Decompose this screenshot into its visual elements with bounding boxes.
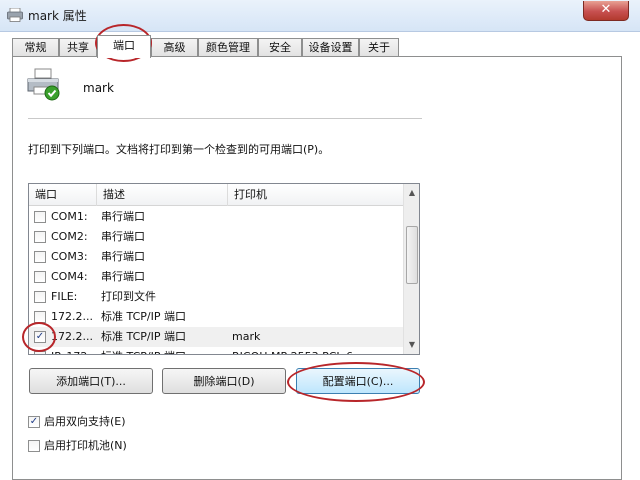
port-row-selected[interactable]: ✓ 172.2... 标准 TCP/IP 端口 mark xyxy=(29,327,403,347)
column-header-port[interactable]: 端口 xyxy=(29,184,97,206)
port-description: 标准 TCP/IP 端口 xyxy=(101,310,186,323)
window-title: mark 属性 xyxy=(28,9,87,23)
port-name: FILE: xyxy=(51,290,78,303)
port-checkbox[interactable] xyxy=(34,231,46,243)
port-name: 172.2... xyxy=(51,310,93,323)
divider xyxy=(28,118,422,119)
port-row[interactable]: COM1: 串行端口 xyxy=(29,207,403,227)
port-name: 172.2... xyxy=(51,330,93,343)
port-name: IP_172... xyxy=(51,347,98,354)
port-printer: RICOH MP 2553 PCL 6 xyxy=(232,347,353,354)
port-name: COM4: xyxy=(51,270,88,283)
tab-sharing[interactable]: 共享 xyxy=(59,38,97,57)
port-name: COM3: xyxy=(51,250,88,263)
configure-port-button[interactable]: 配置端口(C)... xyxy=(296,368,420,394)
port-name: COM1: xyxy=(51,210,88,223)
bidirectional-label: 启用双向支持(E) xyxy=(44,415,126,428)
printer-icon xyxy=(27,68,60,101)
port-name: COM2: xyxy=(51,230,88,243)
pooling-label: 启用打印机池(N) xyxy=(44,439,127,452)
port-row[interactable]: COM2: 串行端口 xyxy=(29,227,403,247)
port-checkbox[interactable] xyxy=(34,251,46,263)
port-checkbox[interactable] xyxy=(34,291,46,303)
printer-app-icon xyxy=(7,8,23,22)
tab-security[interactable]: 安全 xyxy=(258,38,302,57)
port-checkbox[interactable]: ✓ xyxy=(34,331,46,343)
printer-name: mark xyxy=(83,81,114,95)
port-description: 串行端口 xyxy=(101,210,145,223)
bidirectional-checkbox[interactable]: ✓ xyxy=(28,416,40,428)
port-checkbox[interactable] xyxy=(34,351,46,354)
tab-color-management[interactable]: 颜色管理 xyxy=(198,38,258,57)
port-description: 串行端口 xyxy=(101,270,145,283)
tab-about[interactable]: 关于 xyxy=(359,38,399,57)
tab-ports[interactable]: 端口 xyxy=(97,35,151,58)
pooling-checkbox[interactable] xyxy=(28,440,40,452)
port-list-scrollbar[interactable]: ▲ ▼ xyxy=(403,184,419,354)
scroll-up-icon[interactable]: ▲ xyxy=(406,186,418,200)
port-description: 标准 TCP/IP 端口 xyxy=(101,347,186,354)
port-printer: mark xyxy=(232,330,261,343)
tab-advanced[interactable]: 高级 xyxy=(151,38,198,57)
add-port-button[interactable]: 添加端口(T)... xyxy=(29,368,153,394)
port-row[interactable]: 172.2... 标准 TCP/IP 端口 xyxy=(29,307,403,327)
close-button[interactable]: ✕ xyxy=(583,1,629,21)
port-description: 打印到文件 xyxy=(101,290,156,303)
column-header-description[interactable]: 描述 xyxy=(97,184,228,206)
port-list[interactable]: 端口 描述 打印机 COM1: 串行端口 COM2: 串行端口 COM3: 串行… xyxy=(28,183,420,355)
port-checkbox[interactable] xyxy=(34,211,46,223)
port-row[interactable]: IP_172... 标准 TCP/IP 端口 RICOH MP 2553 PCL… xyxy=(29,347,403,354)
tab-device-settings[interactable]: 设备设置 xyxy=(302,38,359,57)
tab-strip: 常规 共享 端口 高级 颜色管理 安全 设备设置 关于 xyxy=(12,35,612,58)
scroll-down-icon[interactable]: ▼ xyxy=(406,338,418,352)
port-description: 串行端口 xyxy=(101,250,145,263)
port-checkbox[interactable] xyxy=(34,311,46,323)
delete-port-button[interactable]: 删除端口(D) xyxy=(162,368,286,394)
port-description: 标准 TCP/IP 端口 xyxy=(101,330,186,343)
column-header-printer[interactable]: 打印机 xyxy=(228,184,403,206)
list-header: 端口 描述 打印机 xyxy=(29,184,403,206)
port-description: 串行端口 xyxy=(101,230,145,243)
port-row[interactable]: COM3: 串行端口 xyxy=(29,247,403,267)
port-row[interactable]: FILE: 打印到文件 xyxy=(29,287,403,307)
port-checkbox[interactable] xyxy=(34,271,46,283)
port-instruction-label: 打印到下列端口。文档将打印到第一个检查到的可用端口(P)。 xyxy=(28,143,330,156)
scrollbar-thumb[interactable] xyxy=(406,226,418,284)
title-bar: mark 属性 ✕ xyxy=(0,0,640,32)
tab-general[interactable]: 常规 xyxy=(12,38,59,57)
port-row[interactable]: COM4: 串行端口 xyxy=(29,267,403,287)
